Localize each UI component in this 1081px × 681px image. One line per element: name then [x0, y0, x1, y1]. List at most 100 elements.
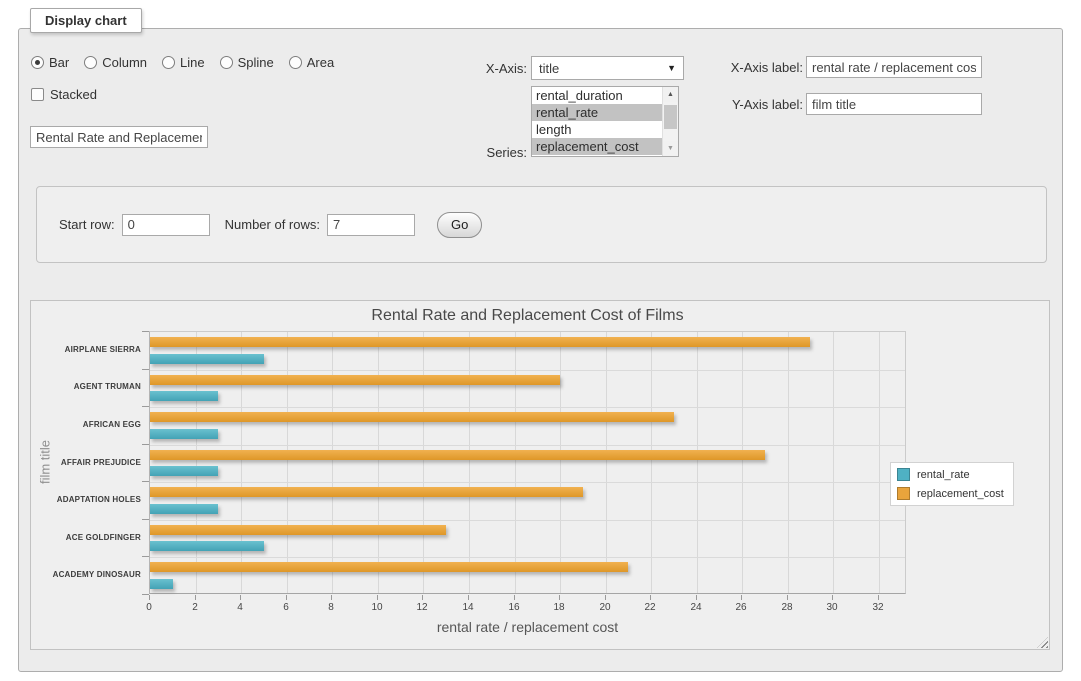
x-tick-label: 28 [781, 602, 792, 613]
chart-panel: Rental Rate and Replacement Cost of Film… [30, 300, 1050, 650]
x-tick-label: 6 [283, 602, 289, 613]
x-axis-tick [422, 595, 423, 600]
x-tick-label: 8 [328, 602, 334, 613]
chart-type-radio-line[interactable]: Line [162, 55, 205, 70]
x-axis-tick [832, 595, 833, 600]
chart-type-radio-area[interactable]: Area [289, 55, 334, 70]
chart-type-radio-group: Bar Column Line Spline Area [31, 55, 334, 70]
bar-rental_rate [150, 429, 218, 439]
x-tick-label: 26 [735, 602, 746, 613]
x-axis-select-label: X-Axis: [427, 61, 527, 76]
fieldset-legend: Display chart [30, 8, 142, 33]
bar-rental_rate [150, 466, 218, 476]
series-option-rental_rate[interactable]: rental_rate [532, 104, 662, 121]
bar-replacement_cost [150, 412, 674, 422]
gridline [788, 332, 789, 593]
category-label: ACADEMY DINOSAUR [31, 570, 141, 580]
x-tick-label: 10 [371, 602, 382, 613]
x-tick-label: 20 [599, 602, 610, 613]
num-rows-label: Number of rows: [225, 217, 320, 232]
x-tick-label: 0 [146, 602, 152, 613]
x-tick-label: 14 [462, 602, 473, 613]
x-axis-tick [377, 595, 378, 600]
y-axis-tick [142, 406, 149, 407]
radio-icon[interactable] [31, 56, 44, 69]
scroll-down-icon[interactable]: ▼ [663, 141, 678, 156]
bar-rental_rate [150, 354, 264, 364]
gridline [879, 332, 880, 593]
y-axis-label-input[interactable] [806, 93, 982, 115]
radio-icon[interactable] [84, 56, 97, 69]
gridline [196, 332, 197, 593]
num-rows-input[interactable] [327, 214, 415, 236]
chart-title-input[interactable] [30, 126, 208, 148]
gridline [423, 332, 424, 593]
series-options: rental_durationrental_ratelengthreplacem… [532, 87, 662, 156]
x-axis-tick [559, 595, 560, 600]
x-axis-label-label: X-Axis label: [653, 60, 803, 75]
series-option-replacement_cost[interactable]: replacement_cost [532, 138, 662, 155]
x-axis-tick [468, 595, 469, 600]
chart-type-label: Spline [238, 55, 274, 70]
gridline [150, 520, 905, 521]
y-axis-tick [142, 331, 149, 332]
row-controls-box: Start row: Number of rows: Go [36, 186, 1047, 263]
gridline [742, 332, 743, 593]
legend-swatch-icon [897, 468, 910, 481]
bar-replacement_cost [150, 450, 765, 460]
gridline [469, 332, 470, 593]
category-label: ADAPTATION HOLES [31, 495, 141, 505]
stacked-row: Stacked [31, 87, 97, 102]
radio-icon[interactable] [289, 56, 302, 69]
gridline [287, 332, 288, 593]
chart-type-radio-spline[interactable]: Spline [220, 55, 274, 70]
legend-item: rental_rate [897, 468, 1004, 481]
plot-area [149, 331, 906, 594]
bar-rental_rate [150, 579, 173, 589]
x-axis-label-input[interactable] [806, 56, 982, 78]
gridline [150, 557, 905, 558]
gridline [150, 407, 905, 408]
gridline [241, 332, 242, 593]
series-option-rental_duration[interactable]: rental_duration [532, 87, 662, 104]
start-row-label: Start row: [59, 217, 115, 232]
x-axis-tick [514, 595, 515, 600]
category-label: AIRPLANE SIERRA [31, 345, 141, 355]
radio-icon[interactable] [220, 56, 233, 69]
x-tick-label: 18 [553, 602, 564, 613]
series-option-length[interactable]: length [532, 121, 662, 138]
x-axis-tick [696, 595, 697, 600]
gridline [150, 370, 905, 371]
bar-replacement_cost [150, 337, 810, 347]
y-axis-tick [142, 481, 149, 482]
stacked-checkbox[interactable] [31, 88, 44, 101]
bar-rental_rate [150, 504, 218, 514]
chart-type-label: Bar [49, 55, 69, 70]
category-label: AFFAIR PREJUDICE [31, 458, 141, 468]
bar-replacement_cost [150, 525, 446, 535]
radio-icon[interactable] [162, 56, 175, 69]
gridline [515, 332, 516, 593]
resize-handle-icon[interactable] [1037, 637, 1048, 648]
legend-item: replacement_cost [897, 487, 1004, 500]
x-tick-label: 24 [690, 602, 701, 613]
y-axis-tick [142, 369, 149, 370]
bar-rental_rate [150, 541, 264, 551]
gridline [332, 332, 333, 593]
gridline [150, 482, 905, 483]
go-button[interactable]: Go [437, 212, 482, 238]
chart-title: Rental Rate and Replacement Cost of Film… [149, 307, 906, 325]
x-tick-label: 32 [872, 602, 883, 613]
chart-type-label: Area [307, 55, 334, 70]
chart-type-radio-bar[interactable]: Bar [31, 55, 69, 70]
x-axis-select-value: title [539, 61, 559, 76]
category-label: AGENT TRUMAN [31, 382, 141, 392]
gridline [697, 332, 698, 593]
x-tick-label: 12 [416, 602, 427, 613]
x-tick-label: 16 [508, 602, 519, 613]
start-row-input[interactable] [122, 214, 210, 236]
x-tick-label: 4 [237, 602, 243, 613]
stacked-label: Stacked [50, 87, 97, 102]
chart-type-radio-column[interactable]: Column [84, 55, 147, 70]
gridline [833, 332, 834, 593]
